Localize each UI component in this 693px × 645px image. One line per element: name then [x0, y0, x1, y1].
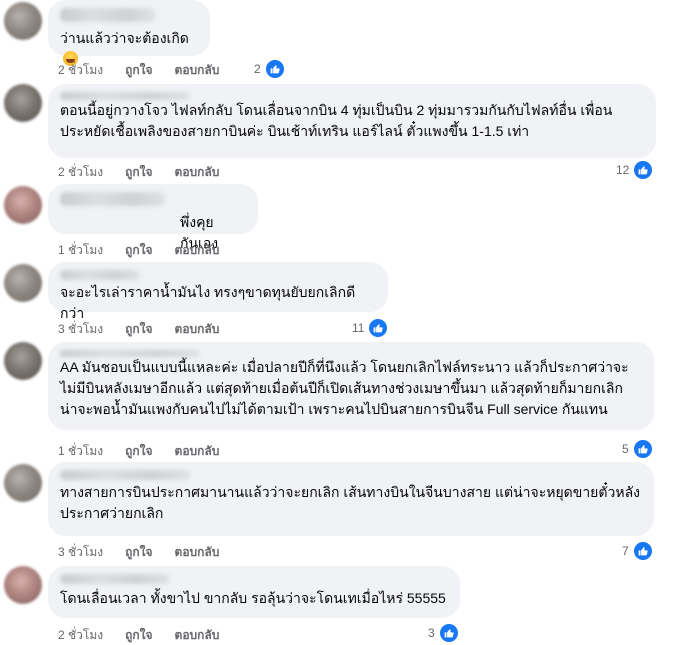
comment-actions: 2 ชั่วโมง ถูกใจ ตอบกลับ	[58, 61, 219, 80]
commenter-name-blurred[interactable]	[60, 8, 155, 22]
comment-text: โดนเลื่อนเวลา ทั้งขาไป ขากลับ รอลุ้นว่าจ…	[60, 590, 446, 606]
reaction-count[interactable]: 11	[352, 317, 390, 339]
reply-button[interactable]: ตอบกลับ	[175, 543, 220, 562]
like-count: 5	[622, 442, 629, 456]
comment-timestamp[interactable]: 1 ชั่วโมง	[58, 442, 103, 461]
comment-bubble: AA มันชอบเป็นแบบนี้แหละค่ะ เมื่อปลายปีก็…	[48, 342, 654, 430]
comment-timestamp[interactable]: 2 ชั่วโมง	[58, 626, 103, 645]
comment-bubble: โดนเลื่อนเวลา ทั้งขาไป ขากลับ รอลุ้นว่าจ…	[48, 566, 460, 618]
avatar[interactable]	[4, 464, 42, 502]
comment-timestamp[interactable]: 3 ชั่วโมง	[58, 543, 103, 562]
commenter-name-blurred[interactable]	[60, 574, 170, 584]
like-button[interactable]: ถูกใจ	[125, 626, 152, 645]
avatar[interactable]	[4, 264, 42, 302]
avatar[interactable]	[4, 566, 42, 604]
reaction-count[interactable]: 5	[622, 438, 654, 460]
comment-text: ว่านแล้วว่าจะต้องเกิด	[60, 30, 189, 46]
comment-timestamp[interactable]: 1 ชั่วโมง	[58, 241, 103, 260]
like-button[interactable]: ถูกใจ	[125, 61, 152, 80]
comment-actions: 2 ชั่วโมง ถูกใจ ตอบกลับ	[58, 163, 219, 182]
comment-bubble: ทางสายการบินประกาศมานานแล้วว่าจะยกเลิก เ…	[48, 462, 654, 536]
comment-timestamp[interactable]: 2 ชั่วโมง	[58, 61, 103, 80]
like-count: 7	[622, 544, 629, 558]
comment-actions: 3 ชั่วโมง ถูกใจ ตอบกลับ	[58, 543, 219, 562]
comment-text: ทางสายการบินประกาศมานานแล้วว่าจะยกเลิก เ…	[60, 484, 640, 521]
thumbs-up-icon	[631, 540, 654, 562]
thumbs-up-icon	[632, 159, 655, 181]
avatar[interactable]	[4, 186, 42, 224]
reply-button[interactable]: ตอบกลับ	[175, 320, 220, 339]
comment-text: AA มันชอบเป็นแบบนี้แหละค่ะ เมื่อปลายปีก็…	[60, 359, 629, 417]
like-button[interactable]: ถูกใจ	[125, 241, 152, 260]
comment-bubble: พึ่งคุยกันเอง	[48, 184, 258, 251]
reply-button[interactable]: ตอบกลับ	[175, 442, 220, 461]
comment-bubble: ตอนนี้อยู่กวางโจว ไฟลท์กลับ โดนเลื่อนจาก…	[48, 84, 656, 158]
like-button[interactable]: ถูกใจ	[125, 320, 152, 339]
comment-text: ตอนนี้อยู่กวางโจว ไฟลท์กลับ โดนเลื่อนจาก…	[60, 102, 613, 139]
commenter-name-blurred[interactable]	[60, 92, 190, 100]
reaction-count[interactable]: 12	[616, 159, 655, 181]
reply-button[interactable]: ตอบกลับ	[175, 241, 220, 260]
comment-actions: 1 ชั่วโมง ถูกใจ ตอบกลับ	[58, 241, 219, 260]
like-count: 2	[254, 62, 261, 76]
thumbs-up-icon	[367, 317, 390, 339]
commenter-name-blurred[interactable]	[60, 192, 165, 206]
like-button[interactable]: ถูกใจ	[125, 442, 152, 461]
comment-text: จะอะไรเล่าราคาน้ำมันไง ทรงๆขาดทุนยับยกเล…	[60, 284, 356, 321]
like-button[interactable]: ถูกใจ	[125, 543, 152, 562]
thumbs-up-icon	[263, 58, 286, 80]
reaction-count[interactable]: 7	[622, 540, 654, 562]
comment-timestamp[interactable]: 2 ชั่วโมง	[58, 163, 103, 182]
comment-actions: 2 ชั่วโมง ถูกใจ ตอบกลับ	[58, 626, 219, 645]
commenter-name-blurred[interactable]	[60, 350, 200, 357]
avatar[interactable]	[4, 342, 42, 380]
like-button[interactable]: ถูกใจ	[125, 163, 152, 182]
comment-actions: 1 ชั่วโมง ถูกใจ ตอบกลับ	[58, 442, 219, 461]
reply-button[interactable]: ตอบกลับ	[175, 61, 220, 80]
reply-button[interactable]: ตอบกลับ	[175, 626, 220, 645]
avatar[interactable]	[4, 84, 42, 122]
reply-button[interactable]: ตอบกลับ	[175, 163, 220, 182]
comment-bubble: ว่านแล้วว่าจะต้องเกิด	[48, 0, 210, 66]
commenter-name-blurred[interactable]	[60, 270, 140, 280]
comment-timestamp[interactable]: 3 ชั่วโมง	[58, 320, 103, 339]
like-count: 3	[428, 626, 435, 640]
commenter-name-blurred[interactable]	[60, 470, 190, 480]
comment-bubble: จะอะไรเล่าราคาน้ำมันไง ทรงๆขาดทุนยับยกเล…	[48, 262, 388, 321]
like-count: 11	[352, 321, 365, 335]
comment-actions: 3 ชั่วโมง ถูกใจ ตอบกลับ	[58, 320, 219, 339]
like-count: 12	[616, 163, 630, 177]
reaction-count[interactable]: 2	[254, 58, 286, 80]
thumbs-up-icon	[631, 438, 654, 460]
avatar[interactable]	[4, 2, 42, 40]
